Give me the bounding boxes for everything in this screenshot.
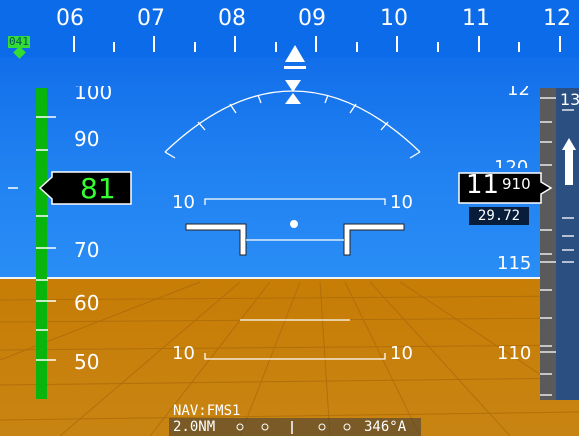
primary-flight-display: 06 07 08 09 10 11 12 041 10 10 10 10 100… bbox=[0, 0, 579, 436]
nav-distance: 2.0NM bbox=[173, 419, 216, 435]
nav-status-frame bbox=[169, 418, 421, 436]
nav-source: NAV:FMS1 bbox=[173, 403, 241, 419]
nav-bearing: 346°A bbox=[364, 419, 407, 435]
